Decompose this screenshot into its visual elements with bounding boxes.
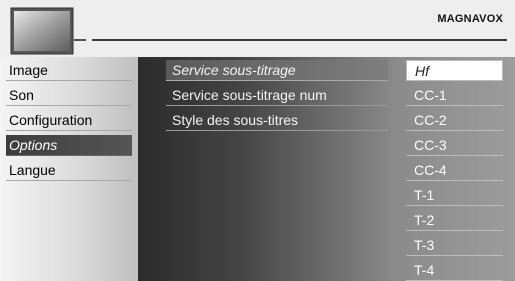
- option-t-4[interactable]: T-4: [406, 260, 503, 281]
- option-cc-1[interactable]: CC-1: [406, 85, 503, 106]
- menu-item-image[interactable]: Image: [6, 60, 132, 81]
- menu-header: MAGNAVOX: [0, 0, 515, 57]
- menu-item-configuration[interactable]: Configuration: [6, 110, 132, 131]
- option-hf[interactable]: Hf: [406, 60, 503, 81]
- option-cc-3[interactable]: CC-3: [406, 135, 503, 156]
- option-t-3[interactable]: T-3: [406, 235, 503, 256]
- header-divider: [92, 39, 507, 41]
- submenu-item-service-sous-titrage[interactable]: Service sous-titrage: [166, 60, 388, 81]
- option-t-2[interactable]: T-2: [406, 210, 503, 231]
- tv-menu-screen: MAGNAVOX Image Son Configuration Options…: [0, 0, 515, 281]
- menu-item-langue[interactable]: Langue: [6, 160, 132, 181]
- submenu-panel: Service sous-titrage Service sous-titrag…: [138, 57, 391, 281]
- menu-item-son[interactable]: Son: [6, 85, 132, 106]
- option-t-1[interactable]: T-1: [406, 185, 503, 206]
- menu-item-options[interactable]: Options: [6, 135, 132, 156]
- option-cc-2[interactable]: CC-2: [406, 110, 503, 131]
- options-panel: Hf CC-1 CC-2 CC-3 CC-4 T-1 T-2 T-3 T-4: [391, 57, 515, 281]
- main-menu: Image Son Configuration Options Langue: [0, 57, 138, 281]
- submenu-item-service-sous-titrage-num[interactable]: Service sous-titrage num: [166, 85, 388, 106]
- tv-icon: [10, 7, 86, 55]
- submenu-item-style-des-sous-titres[interactable]: Style des sous-titres: [166, 110, 388, 131]
- option-cc-4[interactable]: CC-4: [406, 160, 503, 181]
- brand-logo: MAGNAVOX: [437, 13, 503, 25]
